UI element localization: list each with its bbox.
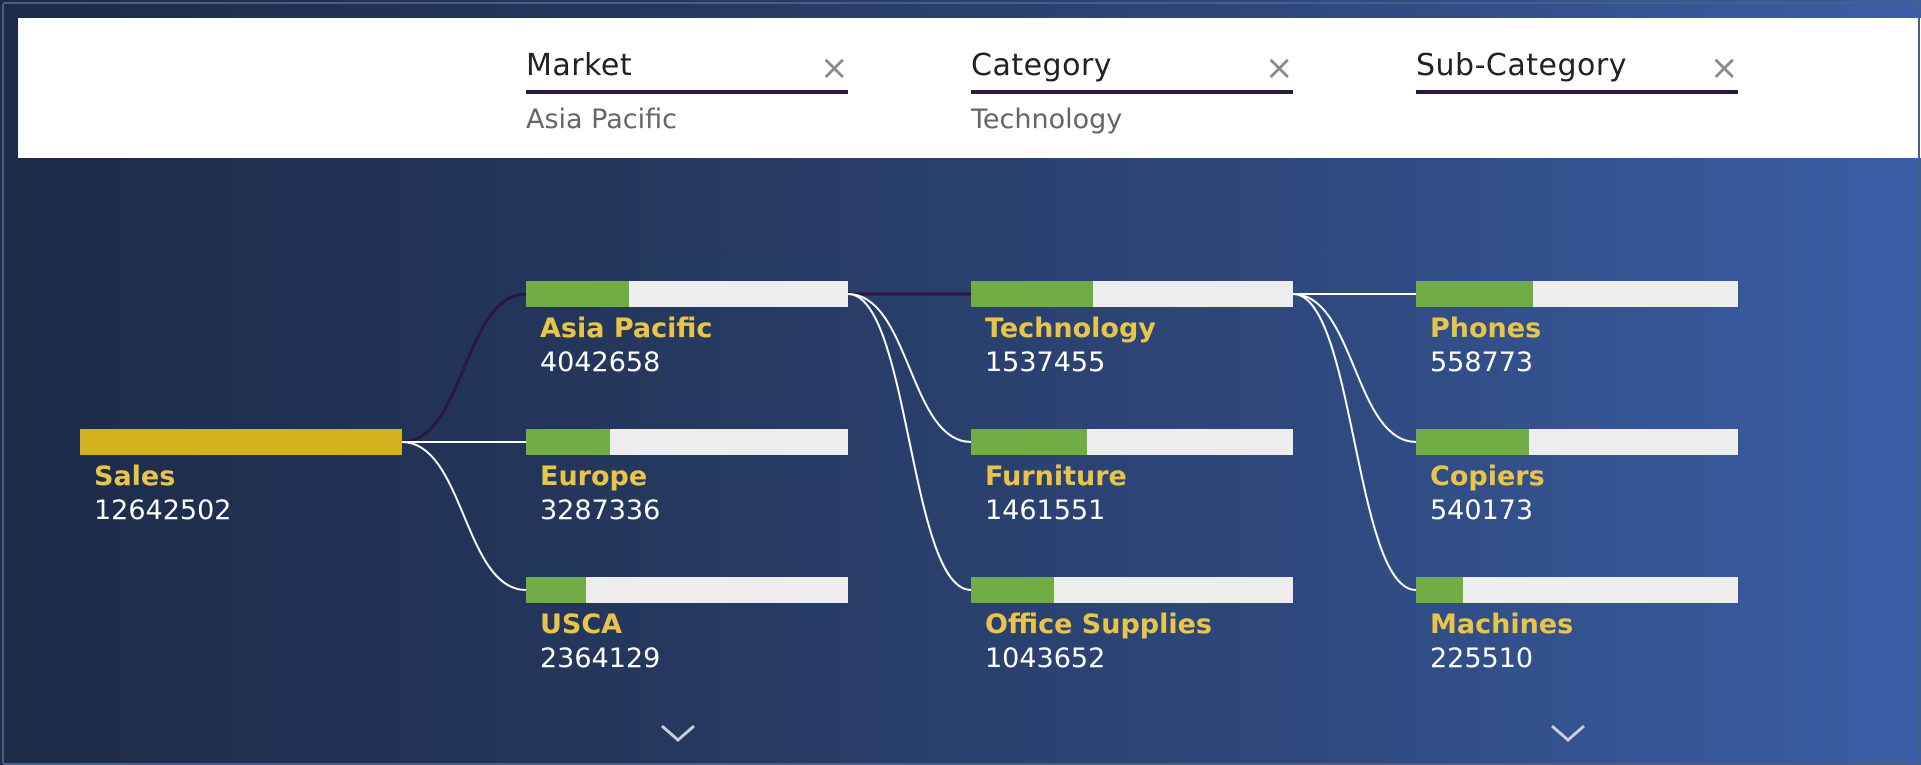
node-bar [80,429,402,455]
node-value: 540173 [1430,495,1534,526]
node-bar [971,429,1293,455]
tree-link [401,292,527,444]
node-label: Machines [1430,609,1574,640]
tree-link [1292,293,1417,591]
node-label: Phones [1430,313,1542,344]
node-bar [971,577,1293,603]
node-bar-fill [971,281,1093,307]
node-value: 4042658 [540,347,661,378]
chevron-down-icon[interactable] [658,718,698,748]
tree-link [401,441,527,591]
tree-node[interactable]: Office Supplies 1043652 [971,577,1293,687]
node-value: 2364129 [540,643,661,674]
node-value: 558773 [1430,347,1534,378]
node-bar-fill [526,577,586,603]
tree-link [847,293,972,443]
node-label: Europe [540,461,648,492]
node-label: Technology [985,313,1156,344]
node-value: 12642502 [94,495,232,526]
tree-node[interactable]: Phones 558773 [1416,281,1738,391]
node-label: USCA [540,609,623,640]
tree-node[interactable]: Machines 225510 [1416,577,1738,687]
node-label: Asia Pacific [540,313,713,344]
node-label: Copiers [1430,461,1545,492]
tree-link [847,293,972,591]
node-bar-fill [1416,429,1529,455]
node-value: 225510 [1430,643,1534,674]
node-bar [526,429,848,455]
node-label: Office Supplies [985,609,1212,640]
node-bar-fill [526,429,610,455]
node-bar-fill [1416,577,1463,603]
node-bar [1416,281,1738,307]
node-bar [526,577,848,603]
node-bar [526,281,848,307]
node-bar [1416,577,1738,603]
decomposition-tree-visual: Market × Asia Pacific Category × Technol… [0,0,1921,765]
node-value: 1461551 [985,495,1106,526]
node-bar-fill [526,281,629,307]
tree-node[interactable]: Copiers 540173 [1416,429,1738,539]
node-label: Furniture [985,461,1127,492]
node-bar-fill [971,429,1087,455]
tree-link [1292,293,1417,443]
chevron-down-icon[interactable] [1548,718,1588,748]
node-label: Sales [94,461,176,492]
tree-node[interactable]: Asia Pacific 4042658 [526,281,848,391]
tree-node[interactable]: USCA 2364129 [526,577,848,687]
node-bar-fill [971,577,1054,603]
node-value: 1537455 [985,347,1106,378]
node-value: 1043652 [985,643,1106,674]
tree-node[interactable]: Technology 1537455 [971,281,1293,391]
node-value: 3287336 [540,495,661,526]
node-bar [971,281,1293,307]
node-bar [1416,429,1738,455]
tree-node-root[interactable]: Sales 12642502 [80,429,402,539]
node-bar-fill [1416,281,1533,307]
tree-node[interactable]: Europe 3287336 [526,429,848,539]
tree-node[interactable]: Furniture 1461551 [971,429,1293,539]
